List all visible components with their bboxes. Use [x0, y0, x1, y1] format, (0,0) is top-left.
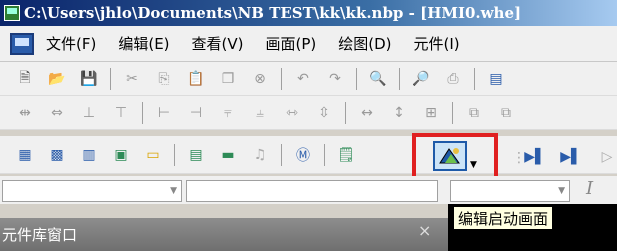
same-size-icon[interactable]: ⊞ [420, 102, 442, 124]
align-left-icon[interactable]: ⊢ [153, 102, 175, 124]
tooltip: 编辑启动画面 [453, 206, 554, 230]
group-icon[interactable]: ⧉ [463, 102, 485, 124]
save-icon[interactable]: 💾 [78, 68, 100, 90]
grid-icon[interactable]: ▩ [46, 144, 68, 166]
menu-bar: 文件(F) 编辑(E) 查看(V) 画面(P) 绘图(D) 元件(I) [0, 26, 617, 62]
toolbar-separator [474, 67, 475, 90]
menu-edit[interactable]: 编辑(E) [118, 33, 169, 54]
align-toolbar: ⇹ ⇔ ⊥ ⊤ ⊢ ⊣ ⫧ ⫨ ⇿ ⇳ ↔ ↕ ⊞ ⧉ ⧉ [0, 96, 617, 130]
toolbar-separator [452, 101, 453, 124]
undo-icon[interactable]: ↶ [292, 68, 314, 90]
run-online-icon[interactable]: ▶▌ [560, 146, 582, 168]
font-name-select[interactable]: ▼ [2, 180, 182, 202]
menu-draw[interactable]: 绘图(D) [338, 33, 391, 54]
add-screen-icon[interactable]: ▤ [185, 144, 207, 166]
close-icon[interactable]: × [418, 221, 431, 240]
toolbar-separator [281, 67, 282, 90]
app-icon [4, 5, 20, 21]
menu-element[interactable]: 元件(I) [414, 33, 460, 54]
center-vertical-icon[interactable]: ⇳ [313, 102, 335, 124]
title-bar: C:\Users\jhlo\Documents\NB TEST\kk\kk.nb… [0, 0, 617, 26]
toolbar-separator [142, 101, 143, 124]
font-size-select[interactable] [186, 180, 438, 202]
copy-icon[interactable]: ⎘ [153, 68, 175, 90]
layer-icon[interactable]: ▣ [110, 144, 132, 166]
space-evenly-icon[interactable]: ⇔ [46, 102, 68, 124]
toolbar-separator [345, 101, 346, 124]
same-height-icon[interactable]: ↕ [388, 102, 410, 124]
toolbar-separator [174, 143, 175, 166]
new-file-icon[interactable]: 🗎 [14, 68, 36, 90]
space-horizontal-icon[interactable]: ⇹ [14, 102, 36, 124]
macro-icon[interactable]: Ⓜ [292, 144, 314, 166]
toolbar-separator [281, 143, 282, 166]
redo-icon[interactable]: ↷ [324, 68, 346, 90]
color-select[interactable]: ▼ [450, 180, 570, 202]
screen-image-icon[interactable]: ▬ [217, 144, 239, 166]
compile-icon[interactable]: 🗒 [335, 144, 357, 166]
align-top-icon[interactable]: ⊤ [110, 102, 132, 124]
screen-list-icon[interactable]: ▦ [14, 144, 36, 166]
database-icon[interactable]: ▭ [142, 144, 164, 166]
ungroup-icon[interactable]: ⧉ [495, 102, 517, 124]
simulate-icon[interactable]: ▷ [596, 146, 617, 168]
align-top-edge-icon[interactable]: ⫧ [217, 102, 239, 124]
italic-icon[interactable]: I [586, 178, 593, 199]
find-icon[interactable]: 🔍 [367, 68, 389, 90]
chevron-down-icon: ▼ [170, 186, 177, 196]
toolbar-separator [356, 67, 357, 90]
grid-settings-icon[interactable]: ▥ [78, 144, 100, 166]
print-preview-icon[interactable]: 🔎 [410, 68, 432, 90]
toolbar-separator [399, 67, 400, 90]
same-width-icon[interactable]: ↔ [356, 102, 378, 124]
font-toolbar: ▼ ▼ [0, 176, 617, 204]
tooltip-text: 编辑启动画面 [458, 209, 549, 228]
standard-toolbar: 🗎 📂 💾 ✂ ⎘ 📋 ❐ ⊗ ↶ ↷ 🔍 🔎 ⎙ ▤ [0, 62, 617, 96]
align-right-icon[interactable]: ⊣ [185, 102, 207, 124]
chevron-down-icon: ▼ [558, 186, 565, 196]
toolbar-separator [324, 143, 325, 166]
duplicate-icon[interactable]: ❐ [217, 68, 239, 90]
cut-icon[interactable]: ✂ [121, 68, 143, 90]
menu-screen[interactable]: 画面(P) [266, 33, 317, 54]
toolbar-separator [110, 67, 111, 90]
align-bottom-icon[interactable]: ⊥ [78, 102, 100, 124]
open-folder-icon[interactable]: 📂 [46, 68, 68, 90]
delete-icon[interactable]: ⊗ [249, 68, 271, 90]
properties-icon[interactable]: ▤ [485, 68, 507, 90]
music-icon[interactable]: ♫ [249, 144, 271, 166]
run-offline-icon[interactable]: ▶▌ [524, 146, 546, 168]
center-horizontal-icon[interactable]: ⇿ [281, 102, 303, 124]
print-icon[interactable]: ⎙ [442, 68, 464, 90]
paste-icon[interactable]: 📋 [185, 68, 207, 90]
document-icon[interactable] [10, 32, 34, 55]
panel-title: 元件库窗口 [2, 226, 78, 244]
menu-file[interactable]: 文件(F) [46, 33, 96, 54]
window-title: C:\Users\jhlo\Documents\NB TEST\kk\kk.nb… [24, 4, 522, 22]
align-bottom-edge-icon[interactable]: ⫨ [249, 102, 271, 124]
element-library-panel-header: 元件库窗口 [0, 218, 448, 251]
menu-view[interactable]: 查看(V) [192, 33, 244, 54]
